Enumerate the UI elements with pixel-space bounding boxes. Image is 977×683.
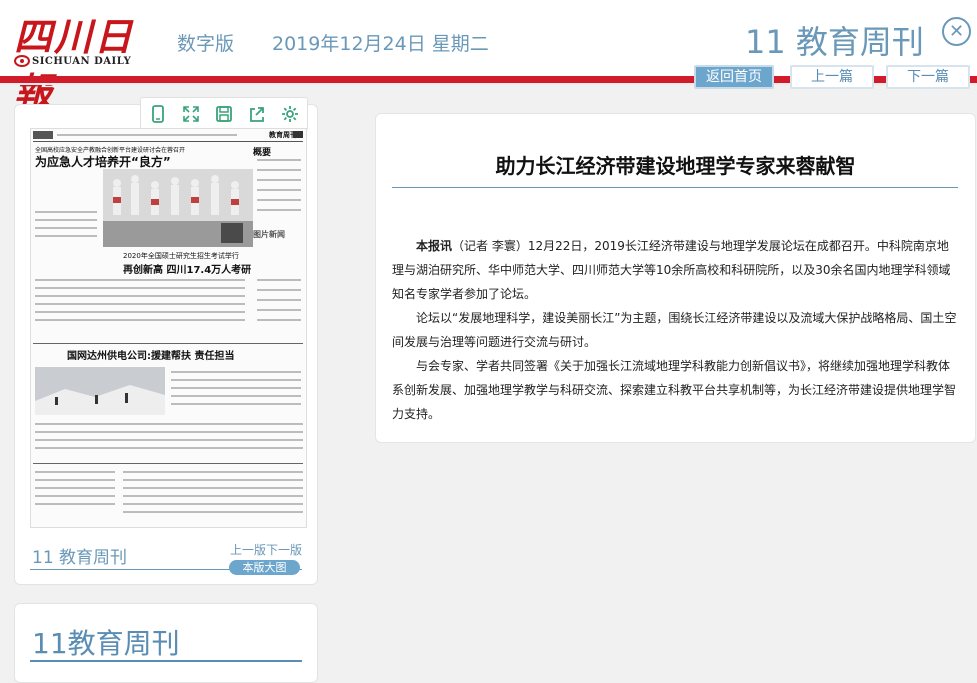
np-sidebar-heading: 概要 [253,148,272,158]
np-text-line [35,471,115,473]
np-exam-kicker: 2020年全国硕士研究生招生考试举行 [123,252,239,260]
list-panel-underline [30,660,302,662]
np-dance-photo [103,169,253,247]
phone-icon[interactable] [148,104,168,124]
np-text-line [35,487,115,489]
np-text-line [123,479,303,481]
article-paragraph-1: 本报讯（记者 李寰）12月22日，2019长江经济带建设与地理学发展论坛在成都召… [392,234,958,306]
np-text-line [35,495,115,497]
close-icon[interactable]: ✕ [942,17,971,46]
np-masthead-logo [33,131,53,139]
np-section-rule [33,463,303,464]
np-text-line [35,295,245,297]
np-exam-headline: 再创新高 四川17.4万人考研 [123,265,252,276]
prev-article-button[interactable]: 上一篇 [790,65,874,89]
np-text-line [35,235,97,237]
edition-label[interactable]: 11 教育周刊 [32,543,127,568]
next-page-link[interactable]: 下一版 [266,543,302,557]
page-switcher: 上一版下一版 [230,541,302,558]
np-text-line [257,299,301,301]
np-text-line [257,169,301,171]
np-snow-photo [35,367,165,415]
np-text-line [35,311,245,313]
np-text-line [171,387,301,389]
newspaper-page-thumbnail[interactable]: 教育周刊 全国高校应急安全产教融合创新平台建设研讨会在蓉召开 为应急人才培养开“… [30,128,307,528]
np-text-line [123,503,303,505]
np-section-rule [33,343,303,344]
np-text-line [35,447,303,449]
np-text-line [35,303,245,305]
save-icon[interactable] [214,104,234,124]
article-paragraph-3: 与会专家、学者共同签署《关于加强长江流域地理学科教能力创新倡议书》，将继续加强地… [392,359,957,421]
np-dazhou-headline: 国网达州供电公司:援建帮扶 责任担当 [67,351,235,362]
np-text-line [35,211,97,213]
article-paragraph-1-text: （记者 李寰）12月22日，2019长江经济带建设与地理学发展论坛在成都召开。中… [392,239,951,301]
settings-icon[interactable] [280,104,300,124]
sichuan-daily-logo[interactable]: 四川日報 SICHUAN DAILY [14,6,164,114]
article-title-rule [392,187,958,188]
np-text-line [35,439,303,441]
np-headline: 为应急人才培养开“良方” [35,155,171,169]
np-text-line [123,511,303,513]
np-text-line [171,379,301,381]
article-paragraph-2: 论坛以“发展地理科学，建设美丽长江”为主题，围绕长江经济带建设以及流域大保护战略… [392,311,957,349]
np-header-rule [33,141,303,142]
share-icon[interactable] [247,104,267,124]
np-text-line [171,395,301,397]
np-text-line [35,479,115,481]
np-text-line [35,287,245,289]
np-text-line [257,189,301,191]
np-text-line [257,309,301,311]
full-page-image-button[interactable]: 本版大图 [229,560,300,575]
np-text-line [35,431,303,433]
np-text-line [35,279,245,281]
np-text-line [257,159,301,161]
np-text-line [257,289,301,291]
np-masthead-line [57,134,237,136]
thumbnail-toolbar [140,97,308,131]
np-text-line [257,279,301,281]
np-text-line [171,371,301,373]
np-text-line [123,487,303,489]
article-body: 本报讯（记者 李寰）12月22日，2019长江经济带建设与地理学发展论坛在成都召… [392,234,958,426]
page-title: 11 教育周刊 [745,23,924,61]
np-page-number-box [293,131,303,138]
np-text-line [35,319,245,321]
article-lead: 本报讯 [416,239,453,253]
np-text-line [35,423,303,425]
np-text-line [257,209,301,211]
prev-page-link[interactable]: 上一版 [230,543,266,557]
logo-english-text: SICHUAN DAILY [32,56,132,67]
fullscreen-icon[interactable] [181,104,201,124]
np-text-line [123,495,303,497]
back-home-button[interactable]: 返回首页 [694,65,774,89]
list-panel-title: 11教育周刊 [32,627,180,660]
np-text-line [123,471,303,473]
np-photo-tag: 图片新闻 [253,230,285,239]
logo-emblem-icon [14,55,30,67]
np-text-line [35,227,97,229]
digital-edition-label: 数字版 [177,33,235,55]
np-text-line [257,199,301,201]
np-text-line [35,503,115,505]
np-text-line [257,319,301,321]
article-title: 助力长江经济带建设地理学专家来蓉献智 [495,154,856,178]
np-text-line [171,403,301,405]
issue-date: 2019年12月24日 星期二 [272,33,489,55]
np-text-line [35,219,97,221]
np-text-line [257,179,301,181]
next-article-button[interactable]: 下一篇 [886,65,970,89]
